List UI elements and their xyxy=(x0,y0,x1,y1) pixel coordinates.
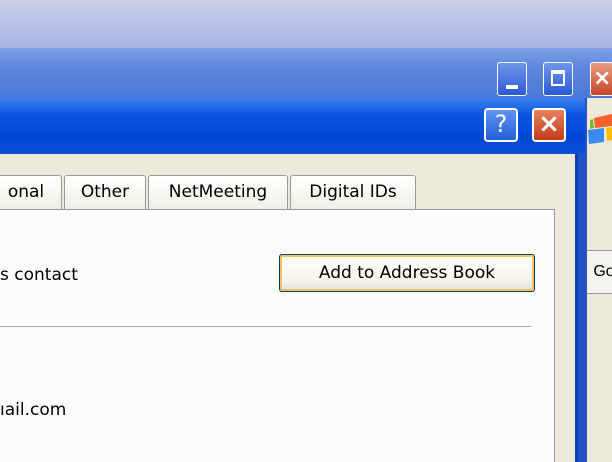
tab-other[interactable]: Other xyxy=(64,175,146,209)
dialog-close-button[interactable]: × xyxy=(532,108,566,142)
desktop-background xyxy=(0,0,612,48)
tab-digital-ids[interactable]: Digital IDs xyxy=(290,175,416,209)
dialog-edge xyxy=(575,154,578,462)
minimize-icon xyxy=(506,85,518,89)
tab-panel xyxy=(0,209,555,462)
maximize-icon xyxy=(551,70,565,86)
help-button[interactable]: ? xyxy=(484,108,518,142)
tab-personal[interactable]: onal xyxy=(0,175,62,209)
close-icon: × xyxy=(538,109,560,139)
maximize-button[interactable] xyxy=(543,62,573,96)
minimize-button[interactable] xyxy=(497,62,527,96)
add-to-address-book-button[interactable]: Add to Address Book xyxy=(279,254,535,292)
separator-line xyxy=(0,326,531,327)
go-button[interactable]: Go xyxy=(584,250,612,294)
email-address-value: ıail.com xyxy=(0,400,67,420)
help-icon: ? xyxy=(494,110,508,138)
windows-logo-icon xyxy=(588,114,612,144)
contact-description-label: s contact xyxy=(0,265,78,285)
close-icon: × xyxy=(593,66,612,91)
background-close-button[interactable]: × xyxy=(590,62,612,96)
tab-netmeeting[interactable]: NetMeeting xyxy=(148,175,288,209)
